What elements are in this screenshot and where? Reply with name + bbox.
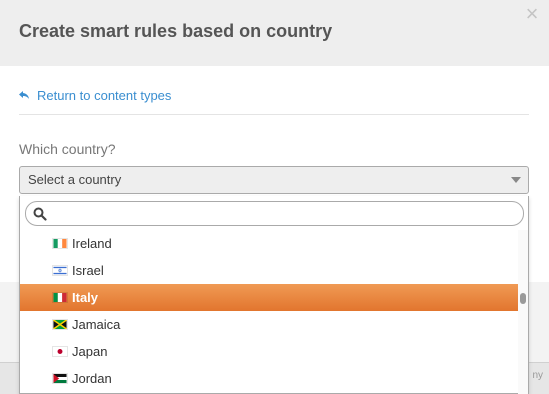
background-text-fragment: ny — [532, 370, 543, 381]
japan-flag-icon — [52, 346, 68, 357]
option-israel[interactable]: Israel — [20, 257, 518, 284]
option-label: Ireland — [72, 236, 112, 251]
option-label: Israel — [72, 263, 104, 278]
option-jamaica[interactable]: Jamaica — [20, 311, 518, 338]
option-italy[interactable]: Italy — [20, 284, 518, 311]
field-label: Which country? — [19, 141, 116, 157]
option-label: Jamaica — [72, 317, 121, 332]
option-ireland[interactable]: Ireland — [20, 230, 518, 257]
divider — [19, 114, 529, 115]
israel-flag-icon — [52, 265, 68, 276]
search-icon — [33, 207, 47, 221]
return-link[interactable]: Return to content types — [19, 87, 171, 103]
scrollbar[interactable] — [518, 230, 528, 394]
search-field[interactable] — [25, 201, 524, 226]
option-label: Italy — [72, 290, 99, 305]
jamaica-flag-icon — [52, 319, 68, 330]
modal-title: Create smart rules based on country — [19, 21, 333, 41]
ireland-flag-icon — [52, 238, 68, 249]
country-select[interactable]: Select a country — [19, 166, 529, 194]
italy-flag-icon — [52, 292, 68, 303]
reply-arrow-icon — [19, 91, 29, 99]
close-icon[interactable]: × — [524, 3, 540, 25]
option-label: Jordan — [72, 371, 112, 386]
select-value: Select a country — [28, 172, 122, 187]
modal-header: Create smart rules based on country × — [0, 0, 549, 66]
option-japan[interactable]: Japan — [20, 338, 518, 365]
country-dropdown: Ireland Israel Italy Jamaica Japan Jorda… — [19, 196, 529, 394]
return-link-label: Return to content types — [37, 87, 172, 103]
options-list: Ireland Israel Italy Jamaica Japan Jorda… — [20, 230, 518, 394]
option-label: Japan — [72, 344, 108, 359]
option-jordan[interactable]: Jordan — [20, 365, 518, 392]
jordan-flag-icon — [52, 373, 68, 384]
scrollbar-thumb[interactable] — [520, 293, 526, 304]
chevron-down-icon — [511, 177, 521, 183]
search-input[interactable] — [52, 204, 517, 223]
